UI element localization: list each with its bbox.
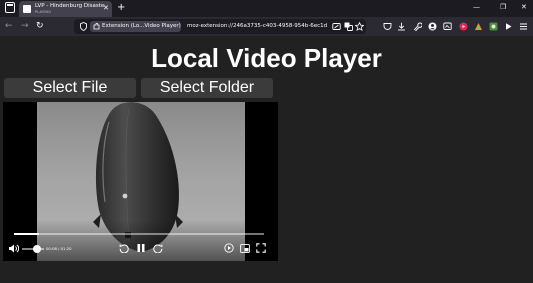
list-all-tabs-icon[interactable] (5, 2, 15, 13)
page-title: Local Video Player (151, 43, 382, 73)
wrench-icon[interactable] (413, 22, 422, 31)
select-folder-button[interactable]: Select Folder (141, 78, 273, 98)
translate-icon[interactable] (344, 22, 353, 31)
screen-capture-icon[interactable] (443, 22, 452, 31)
seek-bar[interactable] (14, 233, 264, 235)
downloads-icon[interactable] (397, 22, 406, 31)
close-tab-icon[interactable]: ✕ (103, 4, 109, 12)
extension-orange-icon[interactable] (474, 22, 483, 31)
navigation-toolbar: ← → ↻ Extension (Lo...Video Player) moz-… (0, 17, 533, 36)
play-next-icon[interactable] (224, 243, 234, 253)
fullscreen-icon[interactable] (256, 243, 266, 253)
bookmark-star-icon[interactable] (355, 22, 364, 31)
fast-forward-icon[interactable] (153, 243, 163, 253)
extension-red-badge-icon[interactable] (459, 22, 468, 31)
identity-box[interactable]: Extension (Lo...Video Player) (90, 21, 181, 32)
tab-title: LVP - Hindenburg Disaster Wi (35, 3, 105, 9)
video-player[interactable]: 00:08 / 01:20 (3, 102, 278, 261)
puzzle-icon (93, 23, 100, 30)
media-control-icon[interactable] (504, 22, 513, 31)
time-display: 00:08 / 01:20 (46, 246, 72, 251)
rewind-icon[interactable] (119, 243, 129, 253)
extension-green-icon[interactable] (489, 22, 498, 31)
seek-progress (14, 233, 39, 235)
volume-icon[interactable] (8, 243, 19, 254)
volume-slider[interactable] (22, 245, 44, 253)
reload-icon[interactable]: ↻ (36, 21, 44, 31)
picture-in-picture-icon[interactable] (240, 244, 250, 253)
back-icon[interactable]: ← (5, 21, 13, 31)
address-bar[interactable]: Extension (Lo...Video Player) moz-extens… (74, 19, 366, 34)
close-icon[interactable]: ✕ (521, 2, 527, 12)
account-icon[interactable] (428, 22, 437, 31)
tab-playing-status: PLAYING (35, 10, 52, 14)
minimize-icon[interactable]: — (473, 2, 480, 12)
new-tab-icon[interactable]: + (117, 2, 125, 14)
tracking-protection-icon[interactable] (80, 22, 87, 31)
film-icon (23, 5, 31, 13)
select-file-button[interactable]: Select File (4, 78, 136, 98)
pause-icon[interactable] (136, 243, 146, 253)
url-text[interactable]: moz-extension://246a3735-c403-4958-954b-… (187, 23, 327, 30)
page-content: Local Video Player Select File Select Fo… (0, 36, 533, 283)
controls-overlay (3, 220, 278, 261)
restore-icon[interactable]: ❐ (500, 2, 506, 12)
active-tab[interactable]: LVP - Hindenburg Disaster Wi PLAYING ✕ (19, 1, 112, 17)
hamburger-menu-icon[interactable] (519, 22, 528, 31)
screenshot-icon[interactable] (332, 22, 341, 31)
identity-label: Extension (Lo...Video Player) (102, 23, 181, 29)
tab-strip: LVP - Hindenburg Disaster Wi PLAYING ✕ +… (0, 0, 533, 17)
forward-icon[interactable]: → (21, 21, 29, 31)
save-to-pocket-icon[interactable] (383, 22, 392, 31)
